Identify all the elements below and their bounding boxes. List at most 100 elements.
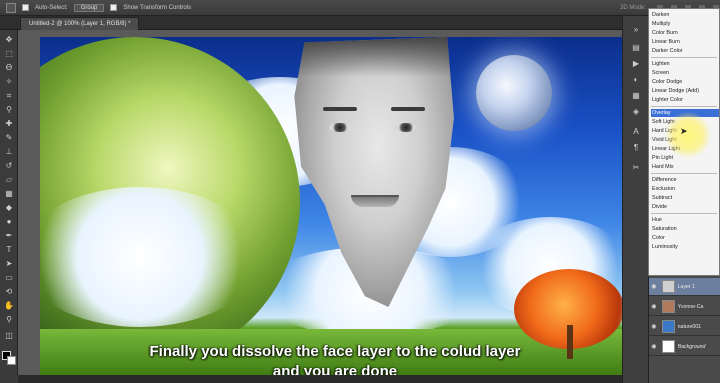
layer-row[interactable]: ◉ Yvonne-Ca (649, 298, 720, 316)
cursor-highlight (665, 112, 711, 158)
panel-collapse-icon[interactable]: » (630, 24, 642, 35)
auto-select-label: Auto-Select: (35, 4, 68, 11)
gradient-icon[interactable]: ▦ (3, 188, 15, 199)
menu-separator (651, 57, 717, 58)
hand-icon[interactable]: ✋ (3, 300, 15, 311)
blend-mode-item[interactable]: Lighter Color (651, 96, 719, 104)
blend-mode-item[interactable]: Screen (651, 69, 719, 77)
eyedropper-icon[interactable]: ⚲ (3, 104, 15, 115)
marquee-icon[interactable]: ⬚ (3, 48, 15, 59)
visibility-eye-icon[interactable]: ◉ (649, 303, 659, 310)
blend-mode-item[interactable]: Difference (651, 176, 719, 184)
caption-line-2: and you are done (272, 363, 398, 375)
auto-select-dropdown[interactable]: Group (73, 3, 105, 12)
dodge-icon[interactable]: ● (3, 216, 15, 227)
blend-mode-item[interactable]: Linear Burn (651, 38, 719, 46)
layer-row[interactable]: ◉ Layer 1 (649, 278, 720, 296)
hair (294, 37, 454, 77)
toolbox: ✥ ⬚ ϴ ✧ ⌗ ⚲ ✚ ✎ ⊥ ↺ ▱ ▦ ◆ ● ✒ T ➤ ▭ ⟲ ✋ … (0, 30, 18, 375)
crop-icon[interactable]: ⌗ (3, 90, 15, 101)
photoshop-window: Auto-Select: Group Show Transform Contro… (0, 0, 720, 383)
lasso-icon[interactable]: ϴ (3, 62, 15, 73)
canvas-area: Finally you dissolve the face layer to t… (18, 30, 630, 375)
document-tab-bar: Untitled-2 @ 100% (Layer 1, RGB/8) * (0, 16, 622, 30)
swatches-panel-icon[interactable]: ▦ (630, 90, 642, 101)
transform-controls-checkbox[interactable] (110, 4, 118, 11)
history-brush-icon[interactable]: ↺ (3, 160, 15, 171)
blend-mode-item[interactable]: Multiply (651, 20, 719, 28)
type-icon[interactable]: T (3, 244, 15, 255)
layers-panel: ◉ Layer 1 ◉ Yvonne-Ca ◉ nature001 ◉ Background (648, 276, 720, 383)
blur-icon[interactable]: ◆ (3, 202, 15, 213)
history-panel-icon[interactable]: ▤ (630, 42, 642, 53)
menu-separator (651, 173, 717, 174)
left-eyebrow (323, 107, 357, 111)
layer-thumbnail (661, 300, 675, 313)
blend-mode-item[interactable]: Hard Mix (651, 163, 719, 171)
quick-mask-icon[interactable]: ◫ (3, 330, 15, 341)
auto-select-checkbox[interactable] (22, 4, 29, 11)
visibility-eye-icon[interactable]: ◉ (649, 323, 659, 330)
mouse-cursor-icon: ➤ (680, 126, 688, 136)
status-bar (18, 375, 622, 383)
tools-presets-icon[interactable]: ✂ (630, 162, 642, 173)
blend-mode-item[interactable]: Lighten (651, 60, 719, 68)
transform-controls-label: Show Transform Controls (123, 4, 192, 11)
blend-mode-item[interactable]: Luminosity (651, 243, 719, 251)
menu-separator (651, 106, 717, 107)
paragraph-panel-icon[interactable]: ¶ (630, 142, 642, 153)
blend-mode-item[interactable]: Saturation (651, 225, 719, 233)
blend-mode-item[interactable]: Subtract (651, 194, 719, 202)
layer-thumbnail (661, 340, 675, 353)
blend-mode-item[interactable]: Color Burn (651, 29, 719, 37)
blend-mode-item[interactable]: Color Dodge (651, 78, 719, 86)
magic-wand-icon[interactable]: ✧ (3, 76, 15, 87)
eraser-icon[interactable]: ▱ (3, 174, 15, 185)
blend-mode-item[interactable]: Color (651, 234, 719, 242)
pen-icon[interactable]: ✒ (3, 230, 15, 241)
options-bar: Auto-Select: Group Show Transform Contro… (0, 0, 720, 16)
layer-name: Yvonne-Ca (677, 303, 704, 310)
document-tab[interactable]: Untitled-2 @ 100% (Layer 1, RGB/8) * (20, 17, 140, 30)
layer-thumbnail (661, 280, 675, 293)
character-panel-icon[interactable]: A (630, 126, 642, 137)
3d-rotate-tool-icon[interactable]: ⟲ (3, 286, 15, 297)
background-color-swatch[interactable] (7, 356, 16, 365)
blend-mode-item[interactable]: Darken (651, 11, 719, 19)
move-icon[interactable]: ✥ (3, 34, 15, 45)
clone-stamp-icon[interactable]: ⊥ (3, 146, 15, 157)
layer-thumbnail (661, 320, 675, 333)
shape-icon[interactable]: ▭ (3, 272, 15, 283)
visibility-eye-icon[interactable]: ◉ (649, 283, 659, 290)
moon (476, 55, 552, 131)
styles-panel-icon[interactable]: ◈ (630, 106, 642, 117)
layer-name: Background (677, 343, 706, 350)
healing-brush-icon[interactable]: ✚ (3, 118, 15, 129)
blend-mode-item[interactable]: Exclusion (651, 185, 719, 193)
blend-mode-item[interactable]: Linear Dodge (Add) (651, 87, 719, 95)
layer-row[interactable]: ◉ Background (649, 338, 720, 356)
layer-row[interactable]: ◉ nature001 (649, 318, 720, 336)
document-canvas[interactable]: Finally you dissolve the face layer to t… (40, 37, 630, 375)
adjustments-panel-icon[interactable]: ◐ (630, 74, 642, 85)
left-eye (329, 123, 351, 132)
right-eye (395, 123, 417, 132)
mouth (351, 195, 399, 207)
blend-mode-item[interactable]: Divide (651, 203, 719, 211)
tutorial-caption: Finally you dissolve the face layer to t… (40, 342, 630, 375)
path-select-icon[interactable]: ➤ (3, 258, 15, 269)
panel-icon-strip: » ▤ ▶ ◐ ▦ ◈ A ¶ ✂ (622, 16, 648, 383)
visibility-eye-icon[interactable]: ◉ (649, 343, 659, 350)
right-eyebrow (391, 107, 425, 111)
caption-line-1: Finally you dissolve the face layer to t… (149, 343, 521, 360)
layer-name: nature001 (677, 323, 702, 330)
move-tool-icon[interactable] (6, 2, 16, 13)
menu-separator (651, 213, 717, 214)
blend-mode-item[interactable]: Darker Color (651, 47, 719, 55)
blend-mode-item[interactable]: Hue (651, 216, 719, 224)
actions-panel-icon[interactable]: ▶ (630, 58, 642, 69)
3d-mode-label: 3D Mode: (619, 4, 646, 11)
layer-name: Layer 1 (677, 283, 695, 290)
zoom-icon[interactable]: ⚲ (3, 314, 15, 325)
brush-icon[interactable]: ✎ (3, 132, 15, 143)
